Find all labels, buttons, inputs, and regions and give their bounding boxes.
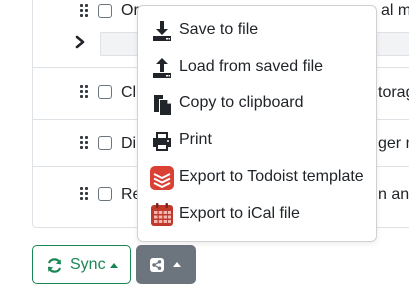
share-icon (150, 258, 164, 272)
task-text-tail: al ma (381, 2, 409, 19)
menu-item-label: Load from saved file (179, 58, 324, 75)
menu-item-load-from-saved-file[interactable]: Load from saved file (138, 49, 376, 85)
export-dropdown-menu: Save to file Load from saved file Copy t… (137, 5, 377, 242)
share-button[interactable] (136, 245, 196, 284)
menu-item-label: Export to iCal file (179, 205, 300, 222)
upload-icon (153, 58, 171, 78)
caret-up-icon (110, 263, 118, 268)
task-text: Di (121, 135, 137, 152)
menu-item-label: Copy to clipboard (179, 94, 304, 111)
print-icon (153, 132, 171, 151)
chevron-right-icon[interactable] (74, 34, 86, 50)
task-text-tail: ger m (378, 135, 409, 152)
drag-handle-icon[interactable] (80, 187, 90, 201)
sync-icon (47, 258, 62, 273)
sync-label: Sync (70, 256, 106, 273)
task-text-tail: torag (378, 84, 409, 101)
drag-handle-icon[interactable] (80, 85, 90, 99)
task-text: Cl (121, 84, 137, 101)
task-checkbox[interactable] (98, 136, 112, 150)
menu-item-print[interactable]: Print (138, 122, 376, 158)
calendar-icon (151, 203, 173, 226)
menu-item-export-todoist[interactable]: Export to Todoist template (138, 159, 376, 195)
task-checkbox[interactable] (98, 85, 112, 99)
todoist-icon (150, 166, 174, 190)
task-checkbox[interactable] (98, 4, 112, 18)
menu-item-label: Save to file (179, 21, 259, 38)
drag-handle-icon[interactable] (80, 4, 90, 18)
menu-item-label: Print (179, 131, 212, 148)
caret-up-icon (173, 262, 181, 267)
task-text-tail: n an (378, 186, 409, 203)
drag-handle-icon[interactable] (80, 136, 90, 150)
menu-item-copy-to-clipboard[interactable]: Copy to clipboard (138, 85, 376, 121)
menu-item-export-ical[interactable]: Export to iCal file (138, 196, 376, 232)
menu-item-save-to-file[interactable]: Save to file (138, 12, 376, 48)
menu-item-label: Export to Todoist template (179, 168, 364, 185)
download-icon (153, 21, 171, 41)
sync-button[interactable]: Sync (32, 245, 131, 284)
copy-icon (154, 95, 171, 115)
task-checkbox[interactable] (98, 187, 112, 201)
